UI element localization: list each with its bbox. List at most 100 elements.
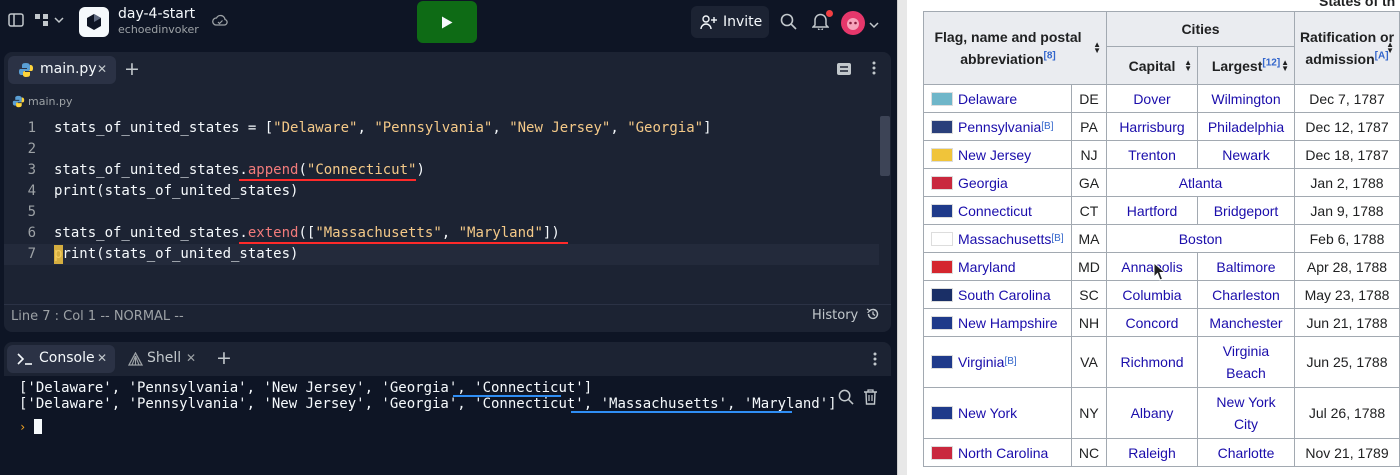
sort-icon[interactable]: ▲ ▼: [1184, 58, 1192, 72]
code-line[interactable]: 4 print(stats_of_united_states): [4, 181, 879, 202]
capital-link[interactable]: Albany: [1131, 402, 1174, 424]
state-name-link[interactable]: Virginia: [958, 351, 1004, 373]
capital-link[interactable]: Dover: [1133, 88, 1170, 110]
largest-link[interactable]: Charleston: [1212, 284, 1280, 306]
capital-link[interactable]: Boston: [1179, 228, 1223, 250]
footnote-link[interactable]: [8]: [1044, 50, 1056, 61]
state-flag-icon[interactable]: [931, 315, 953, 330]
largest-link[interactable]: Baltimore: [1216, 256, 1275, 278]
close-icon[interactable]: ✕: [186, 351, 196, 365]
editor-scrollbar[interactable]: [880, 116, 890, 176]
state-name-link[interactable]: Massachusetts: [958, 228, 1051, 250]
state-flag-icon[interactable]: [931, 445, 953, 460]
state-flag-icon[interactable]: [931, 259, 953, 274]
editor-tab-bar: main.py ✕ +: [4, 52, 891, 88]
history-button[interactable]: History: [812, 307, 880, 323]
search-icon[interactable]: [780, 13, 797, 35]
capital-link[interactable]: Concord: [1126, 312, 1179, 334]
tab-shell[interactable]: Shell ✕: [122, 345, 208, 373]
tab-main-py[interactable]: main.py ✕: [8, 56, 116, 84]
console-output[interactable]: ['Delaware', 'Pennsylvania', 'New Jersey…: [4, 378, 891, 475]
largest-link[interactable]: Philadelphia: [1208, 116, 1284, 138]
largest-link[interactable]: Manchester: [1209, 312, 1282, 334]
chevron-down-icon[interactable]: [869, 14, 879, 34]
close-icon[interactable]: ✕: [97, 62, 107, 76]
state-name-link[interactable]: Pennsylvania: [958, 116, 1041, 138]
header-ratification[interactable]: Ratification or admission[A] ▲ ▼: [1294, 11, 1400, 85]
minimap-icon[interactable]: [836, 61, 852, 81]
capital-link[interactable]: Raleigh: [1128, 442, 1175, 464]
tab-console[interactable]: Console ✕: [7, 345, 115, 373]
state-abbr-cell: NH: [1071, 308, 1107, 337]
more-vertical-icon[interactable]: [873, 351, 877, 372]
new-tab-icon[interactable]: +: [124, 59, 140, 79]
state-name-link[interactable]: New Jersey: [958, 144, 1031, 166]
capital-link[interactable]: Hartford: [1127, 200, 1178, 222]
capital-link[interactable]: Columbia: [1122, 284, 1181, 306]
code-line[interactable]: 6 stats_of_united_states.extend(["Massach…: [4, 223, 879, 244]
trash-icon[interactable]: [863, 388, 878, 410]
code-line[interactable]: 5: [4, 202, 879, 223]
largest-link[interactable]: Newark: [1222, 144, 1269, 166]
more-vertical-icon[interactable]: [872, 60, 876, 81]
state-abbr: VA: [1080, 354, 1098, 370]
code-line[interactable]: 2: [4, 139, 879, 160]
code-line[interactable]: 3 stats_of_united_states.append("Connecti…: [4, 160, 879, 181]
largest-link[interactable]: Wilmington: [1211, 88, 1280, 110]
project-name[interactable]: day-4-start: [118, 6, 195, 22]
capital-link[interactable]: Trenton: [1128, 144, 1176, 166]
state-name-link[interactable]: Georgia: [958, 172, 1008, 194]
close-icon[interactable]: ✕: [97, 351, 107, 365]
state-name-link[interactable]: Connecticut: [958, 200, 1032, 222]
state-flag-icon[interactable]: [931, 119, 953, 134]
search-icon[interactable]: [838, 389, 854, 410]
wikipedia-states-table: States of th Flag, name and postal abbre…: [907, 0, 1400, 475]
state-name-link[interactable]: New Hampshire: [958, 312, 1058, 334]
state-flag-icon[interactable]: [931, 231, 953, 246]
capital-link[interactable]: Annapolis: [1121, 256, 1183, 278]
footnote-link[interactable]: [12]: [1262, 57, 1280, 68]
state-name-link[interactable]: Delaware: [958, 88, 1017, 110]
state-flag-icon[interactable]: [931, 287, 953, 302]
state-flag-icon[interactable]: [931, 355, 953, 369]
sort-icon[interactable]: ▲ ▼: [1281, 58, 1289, 72]
state-name-link[interactable]: South Carolina: [958, 284, 1051, 306]
state-flag-icon[interactable]: [931, 91, 953, 106]
state-flag-icon[interactable]: [931, 175, 953, 190]
sort-icon[interactable]: ▲ ▼: [1386, 41, 1394, 55]
largest-link[interactable]: Bridgeport: [1214, 200, 1279, 222]
capital-link[interactable]: Harrisburg: [1119, 116, 1184, 138]
state-flag-icon[interactable]: [931, 203, 953, 218]
code-line[interactable]: 7 print(stats_of_united_states): [4, 244, 879, 265]
new-tab-icon[interactable]: +: [216, 348, 232, 368]
state-name-link[interactable]: New York: [958, 402, 1017, 424]
header-flag-name[interactable]: Flag, name and postal abbreviation[8] ▲ ▼: [923, 11, 1107, 85]
sort-icon[interactable]: ▲ ▼: [1093, 41, 1101, 55]
largest-link[interactable]: Virginia Beach: [1206, 340, 1286, 384]
capital-largest-cell: Boston: [1106, 224, 1295, 253]
code-line[interactable]: 1 stats_of_united_states = ["Delaware", "…: [4, 118, 879, 139]
run-button[interactable]: [417, 1, 477, 43]
project-tree-icon[interactable]: [34, 12, 64, 33]
state-name-link[interactable]: Maryland: [958, 256, 1016, 278]
largest-link[interactable]: Charlotte: [1218, 442, 1275, 464]
breadcrumb-file[interactable]: main.py: [28, 95, 72, 108]
pane-divider[interactable]: [897, 0, 907, 475]
state-name-link[interactable]: North Carolina: [958, 442, 1048, 464]
largest-link[interactable]: New York City: [1206, 391, 1286, 435]
avatar[interactable]: [841, 11, 865, 35]
state-flag-icon[interactable]: [931, 406, 953, 420]
capital-link[interactable]: Richmond: [1120, 351, 1183, 373]
repl-logo[interactable]: [79, 7, 109, 37]
header-capital[interactable]: Capital ▲ ▼: [1106, 46, 1198, 85]
state-flag-icon[interactable]: [931, 147, 953, 162]
code-editor[interactable]: 1 stats_of_united_states = ["Delaware", "…: [4, 118, 891, 278]
sidebar-toggle-icon[interactable]: [8, 12, 24, 33]
capital-link[interactable]: Atlanta: [1179, 172, 1223, 194]
line-number: 7: [27, 246, 36, 262]
header-text: Flag, name and postal abbreviation: [934, 29, 1082, 67]
invite-button[interactable]: Invite: [691, 6, 769, 38]
line-number: 6: [27, 225, 36, 241]
header-largest[interactable]: Largest[12] ▲ ▼: [1197, 46, 1295, 85]
ratification-cell: Feb 6, 1788: [1294, 224, 1400, 253]
